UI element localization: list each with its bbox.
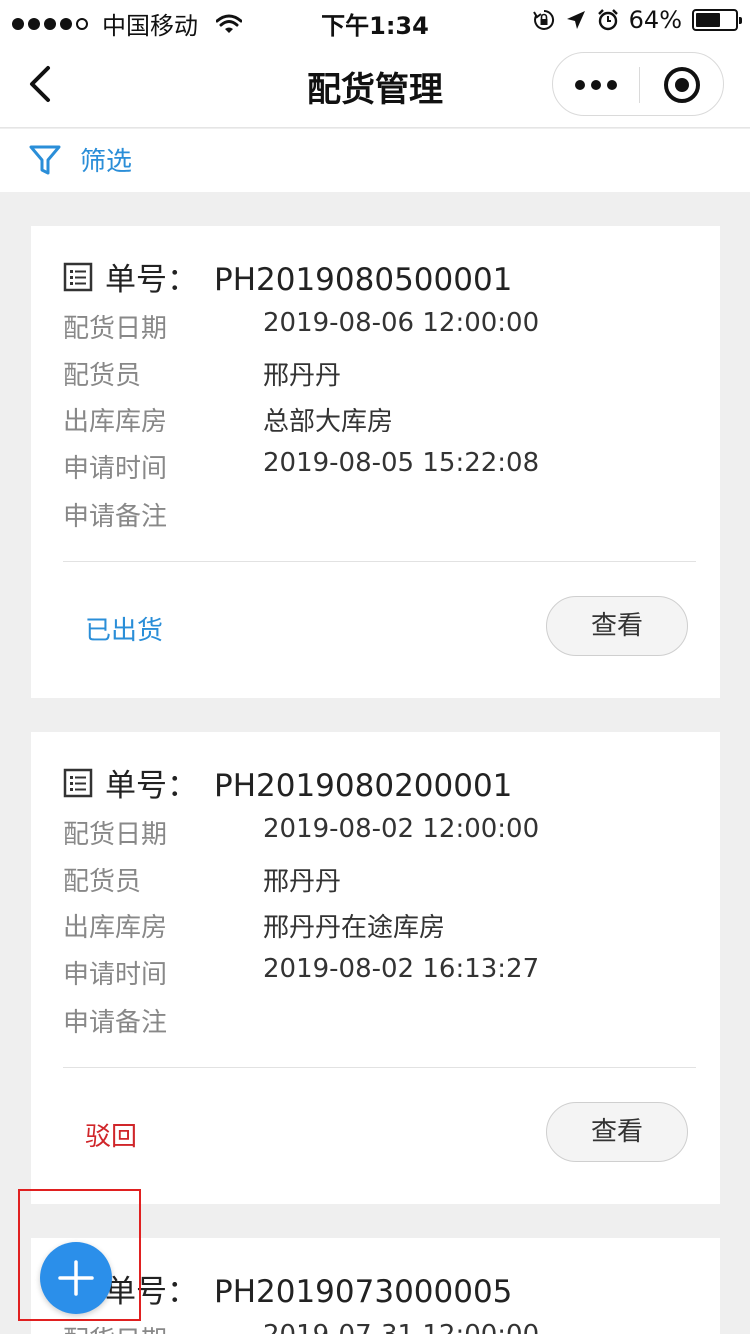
person-value: 邢丹丹 — [263, 867, 342, 897]
order-header: 单号： PH2019080500001 — [63, 254, 512, 299]
view-button[interactable]: 查看 — [546, 596, 688, 656]
order-header: 单号： PH2019080200001 — [63, 760, 512, 805]
status-badge: 已出货 — [85, 616, 164, 646]
order-number-value: PH2019080200001 — [214, 768, 513, 804]
battery-icon — [692, 9, 742, 31]
order-list-icon — [63, 768, 93, 797]
filter-bar: 筛选 — [0, 129, 750, 192]
apply-note-label: 申请备注 — [63, 502, 168, 532]
order-prefix: 单号： — [105, 262, 198, 298]
card-divider — [63, 561, 696, 562]
order-number: 单号： PH2019080200001 — [105, 760, 512, 805]
order-card: 单号： PH2019080500001 配货日期 2019-08-06 12:00… — [31, 226, 720, 698]
date-label: 配货日期 — [63, 314, 168, 344]
filter-button[interactable]: 筛选 — [28, 141, 132, 178]
warehouse-value: 总部大库房 — [263, 407, 394, 437]
mini-program-capsule — [552, 52, 724, 116]
funnel-icon — [29, 145, 61, 174]
order-number-value: PH2019080500001 — [214, 262, 513, 298]
order-number-value: PH2019073000005 — [214, 1274, 513, 1310]
warehouse-label: 出库库房 — [63, 407, 168, 437]
order-number: 单号： PH2019080500001 — [105, 254, 512, 299]
apply-time-label: 申请时间 — [63, 454, 168, 484]
view-button[interactable]: 查看 — [546, 1102, 688, 1162]
order-card: 单号： PH2019080200001 配货日期 2019-08-02 12:00… — [31, 732, 720, 1204]
order-number: 单号： PH2019073000005 — [105, 1266, 512, 1311]
date-value: 2019-08-06 12:00:00 — [263, 308, 540, 338]
warehouse-label: 出库库房 — [63, 913, 168, 943]
date-label: 配货日期 — [63, 1320, 263, 1334]
status-bar: 中国移动 下午1:34 64% — [0, 0, 750, 40]
status-right: 64% — [532, 6, 742, 34]
order-list-icon — [63, 262, 93, 291]
warehouse-value: 邢丹丹在途库房 — [263, 913, 446, 943]
card-divider — [63, 1067, 696, 1068]
person-label: 配货员 — [63, 361, 142, 391]
status-badge: 驳回 — [85, 1122, 138, 1152]
plus-icon — [58, 1260, 94, 1296]
battery-percent: 64% — [628, 6, 682, 34]
order-prefix: 单号： — [105, 768, 198, 804]
date-value: 2019-07-31 12:00:00 — [263, 1320, 683, 1334]
apply-time-label: 申请时间 — [63, 960, 168, 990]
location-icon — [566, 11, 585, 29]
nav-bar: 配货管理 — [0, 40, 750, 128]
date-value: 2019-08-02 12:00:00 — [263, 814, 540, 844]
more-icon — [575, 80, 585, 90]
date-label: 配货日期 — [63, 820, 168, 850]
person-value: 邢丹丹 — [263, 361, 342, 391]
alarm-icon — [597, 9, 618, 31]
close-mini-program-icon — [664, 67, 700, 103]
apply-note-label: 申请备注 — [63, 1008, 168, 1038]
filter-label: 筛选 — [80, 147, 133, 177]
orientation-lock-icon — [532, 9, 554, 30]
more-button[interactable] — [553, 53, 639, 117]
add-button[interactable] — [40, 1242, 112, 1314]
page: 中国移动 下午1:34 64% 配货管理 筛选 单号： PH2019080500… — [0, 0, 750, 1334]
apply-time-value: 2019-08-05 15:22:08 — [263, 448, 540, 478]
apply-time-value: 2019-08-02 16:13:27 — [263, 954, 540, 984]
person-label: 配货员 — [63, 867, 142, 897]
close-mini-program-button[interactable] — [639, 53, 725, 117]
